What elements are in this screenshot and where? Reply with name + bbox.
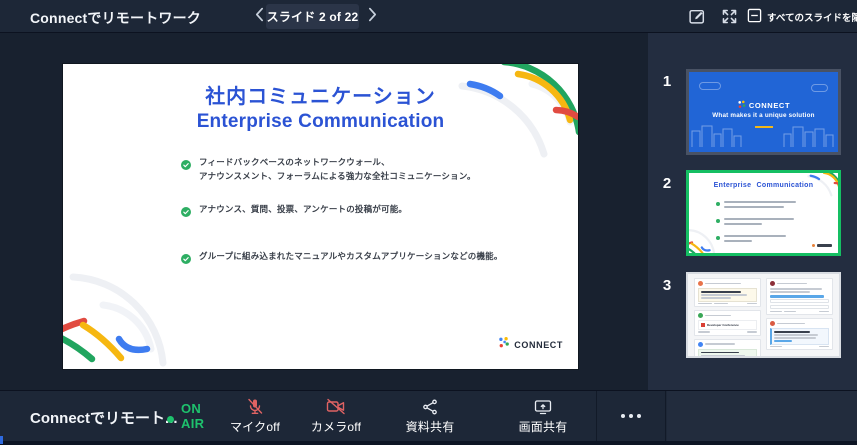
share-nodes-icon [395, 397, 465, 416]
camera-off-button[interactable]: カメラoff [301, 397, 371, 435]
on-air-dot-icon [167, 416, 174, 423]
slide-title-english: Enterprise Communication [196, 111, 445, 132]
thumbnail-number: 1 [662, 73, 672, 90]
check-dot-icon [716, 219, 720, 223]
screen-share-icon [508, 397, 578, 416]
bottom-border-strip [0, 441, 857, 445]
share-docs-button[interactable]: 資料共有 [395, 397, 465, 435]
on-air-indicator: ON AIR [167, 401, 204, 431]
check-circle-icon [181, 157, 191, 170]
cloud-decoration [811, 84, 828, 92]
share-screen-label: 画面共有 [518, 420, 568, 434]
connect-logo-text: CONNECT [748, 100, 791, 110]
camera-off-icon [301, 397, 371, 416]
check-dot-icon [716, 202, 720, 206]
check-circle-icon [181, 251, 191, 264]
share-docs-label: 資料共有 [405, 420, 455, 434]
previous-slide-button[interactable] [251, 7, 267, 25]
check-dot-icon [716, 236, 720, 240]
on-air-line2: AIR [181, 416, 205, 431]
hide-all-slides-button[interactable]: すべてのスライドを隠す [747, 6, 857, 27]
fullscreen-button[interactable] [720, 7, 739, 26]
bullet-text: グループに組み込まれたマニュアルやカスタムアプリケーションなどの機能。 [199, 251, 503, 261]
minus-square-icon [747, 8, 762, 26]
chevron-right-icon [368, 7, 377, 25]
thumbnail-bullet [716, 201, 796, 211]
thumbnail-bullet [716, 235, 786, 245]
cloud-decoration [699, 82, 721, 90]
bullet-text: アナウンス、質問、投票、アンケートの投稿が可能。 [199, 204, 408, 214]
bullet-text: フィードバックベースのネットワークウォール、 アナウンスメント、フォーラムによる… [199, 157, 476, 181]
edit-note-icon [688, 9, 707, 29]
slide-bullet: フィードバックベースのネットワークウォール、 アナウンスメント、フォーラムによる… [181, 156, 541, 183]
mic-off-label: マイクoff [229, 420, 281, 434]
slide-title: 社内コミュニケーション Enterprise Communication [63, 85, 578, 133]
session-title: Connectでリモート... [30, 410, 178, 427]
mic-off-icon [220, 397, 290, 416]
on-air-line1: ON [181, 401, 202, 416]
chevron-left-icon [255, 7, 264, 25]
connect-logo-icon [497, 336, 510, 354]
slide-bullet: グループに組み込まれたマニュアルやカスタムアプリケーションなどの機能。 [181, 250, 541, 264]
connect-logo: CONNECT [497, 336, 563, 354]
slide-thumbnail-2-selected[interactable]: Enterprise Communication [686, 170, 841, 256]
more-options-button[interactable] [596, 391, 666, 441]
connect-logo-text: CONNECT [514, 340, 563, 350]
slide-bullet: アナウンス、質問、投票、アンケートの投稿が可能。 [181, 203, 541, 217]
feed-screenshot: Developer Conference [688, 274, 839, 356]
slide-stage: 社内コミュニケーション Enterprise Communication フィー… [0, 33, 648, 390]
mic-off-button[interactable]: マイクoff [220, 397, 290, 435]
meeting-control-bar: Connectでリモート... ON AIR マイクoff カメラoff 資料共… [0, 390, 857, 441]
share-screen-button[interactable]: 画面共有 [508, 397, 578, 435]
hide-all-slides-label: すべてのスライドを隠す [767, 12, 857, 24]
skyline-decoration [689, 122, 838, 152]
expand-arrows-icon [720, 9, 739, 29]
top-bar: Connectでリモートワーク スライド 2 of 22 すべてのスライドを隠 [0, 0, 857, 33]
ellipsis-icon [629, 414, 633, 418]
camera-off-label: カメラoff [310, 420, 362, 434]
presentation-app-window: Connectでリモートワーク スライド 2 of 22 すべてのスライドを隠 … [0, 0, 857, 445]
progress-accent [0, 436, 3, 444]
connect-logo [812, 244, 832, 247]
next-slide-button[interactable] [364, 7, 380, 25]
slide-thumbnail-1[interactable]: CONNECT What makes it a unique solution [686, 69, 841, 155]
slide-thumbnails-panel: 1 CONNECT What makes it a unique solutio… [648, 33, 857, 390]
current-slide: 社内コミュニケーション Enterprise Communication フィー… [63, 64, 578, 369]
feed-card-title: Developer Conference [707, 323, 739, 327]
ellipsis-icon [621, 414, 625, 418]
slide-title-japanese: 社内コミュニケーション [205, 86, 436, 108]
thumbnail-subtitle: What makes it a unique solution [712, 112, 815, 119]
control-bar-right-panel [667, 391, 857, 441]
check-circle-icon [181, 204, 191, 217]
edit-button[interactable] [688, 7, 707, 26]
presentation-title: Connectでリモートワーク [30, 10, 201, 26]
slide-corner-arcs-decoration [63, 269, 193, 369]
thumbnail-number: 2 [662, 175, 672, 192]
slide-thumbnail-3[interactable]: Developer Conference [686, 272, 841, 358]
slide-counter: スライド 2 of 22 [266, 4, 359, 29]
thumbnail-bullet [716, 218, 794, 228]
ellipsis-icon [637, 414, 641, 418]
thumbnail-title: Enterprise Communication [713, 182, 814, 189]
thumbnail-number: 3 [662, 277, 672, 294]
